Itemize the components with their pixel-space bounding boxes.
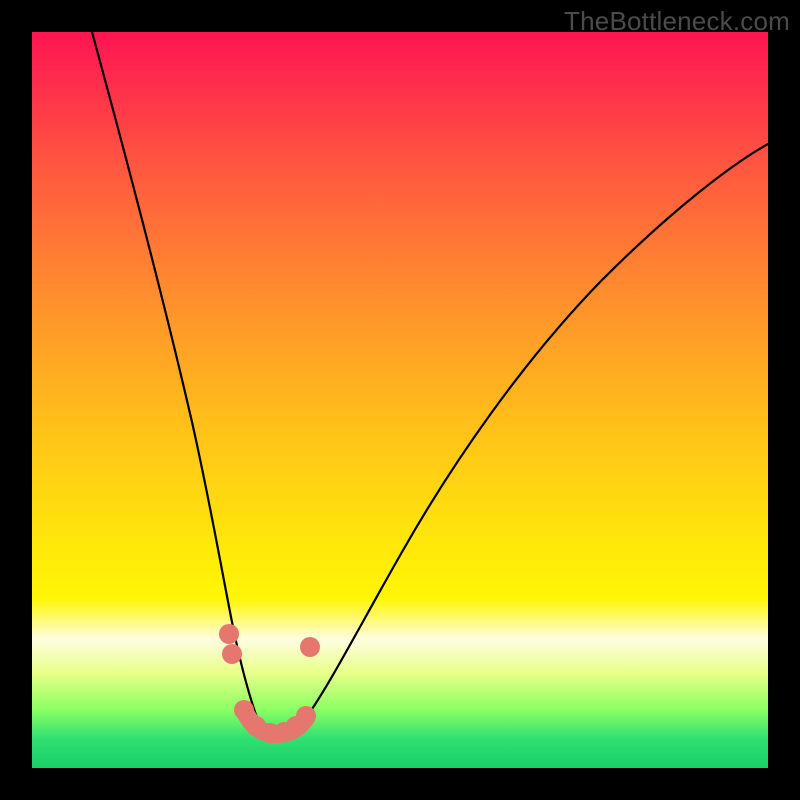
marker-dot (300, 637, 320, 657)
bottleneck-curve (92, 32, 768, 734)
marker-dot (296, 706, 316, 726)
curve-layer (32, 32, 768, 768)
marker-dot (219, 624, 239, 644)
watermark-text: TheBottleneck.com (564, 6, 790, 37)
marker-dot (222, 644, 242, 664)
chart-frame: TheBottleneck.com (0, 0, 800, 800)
marker-dot (234, 700, 254, 720)
plot-area (32, 32, 768, 768)
